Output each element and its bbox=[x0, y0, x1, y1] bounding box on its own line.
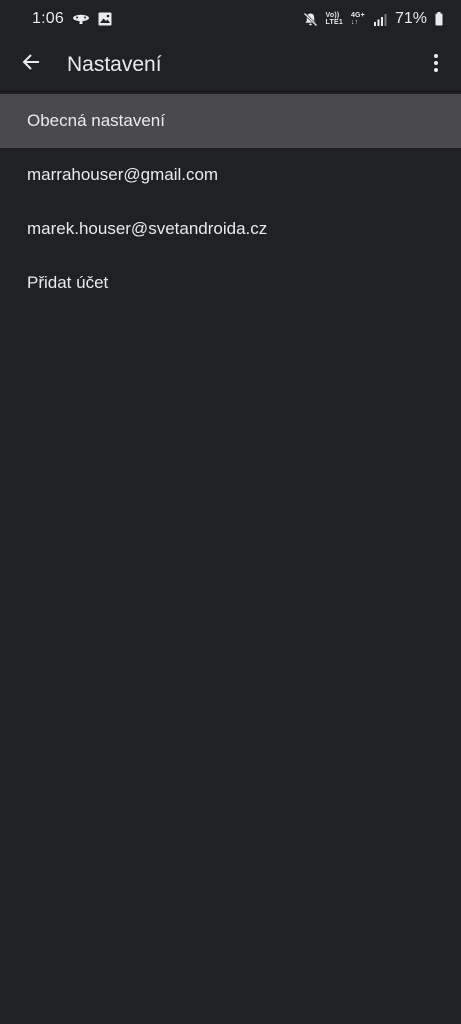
network-type-label: 4G+ ↓↑ bbox=[351, 12, 365, 26]
volte-label: Vo)) LTE1 bbox=[326, 12, 343, 26]
settings-item-add-account[interactable]: Přidat účet bbox=[0, 256, 461, 310]
settings-item-general[interactable]: Obecná nastavení bbox=[0, 94, 461, 148]
settings-item-label: Obecná nastavení bbox=[27, 111, 165, 130]
volte-bottom: LTE1 bbox=[325, 19, 343, 26]
settings-item-account-svetandroida[interactable]: marek.houser@svetandroida.cz bbox=[0, 202, 461, 256]
settings-item-label: marek.houser@svetandroida.cz bbox=[27, 219, 268, 238]
mute-icon bbox=[303, 12, 318, 27]
status-right: Vo)) LTE1 4G+ ↓↑ 71% bbox=[303, 10, 443, 28]
arrow-back-icon bbox=[21, 52, 41, 77]
data-arrows-icon: ↓↑ bbox=[350, 19, 359, 26]
status-time: 1:06 bbox=[32, 10, 64, 27]
more-vert-icon bbox=[433, 53, 439, 78]
volte-top: Vo)) bbox=[325, 12, 340, 19]
image-icon bbox=[98, 12, 112, 26]
battery-icon bbox=[435, 12, 443, 26]
status-bar: 1:06 Vo)) LTE1 4G+ ↓↑ 71% bbox=[0, 0, 461, 38]
vpn-icon bbox=[72, 13, 90, 25]
settings-item-label: Přidat účet bbox=[27, 273, 109, 292]
page-title: Nastavení bbox=[67, 52, 162, 76]
settings-item-label: marrahouser@gmail.com bbox=[27, 165, 219, 184]
settings-list: Obecná nastavení marrahouser@gmail.com m… bbox=[0, 94, 461, 310]
status-left: 1:06 bbox=[32, 10, 112, 28]
signal-icon bbox=[373, 13, 387, 26]
app-bar: Nastavení bbox=[0, 38, 461, 92]
more-options-button[interactable] bbox=[421, 38, 451, 92]
battery-percent: 71% bbox=[394, 10, 427, 27]
back-button[interactable] bbox=[0, 38, 62, 92]
settings-item-account-gmail[interactable]: marrahouser@gmail.com bbox=[0, 148, 461, 202]
network-gen: 4G+ bbox=[350, 12, 365, 19]
